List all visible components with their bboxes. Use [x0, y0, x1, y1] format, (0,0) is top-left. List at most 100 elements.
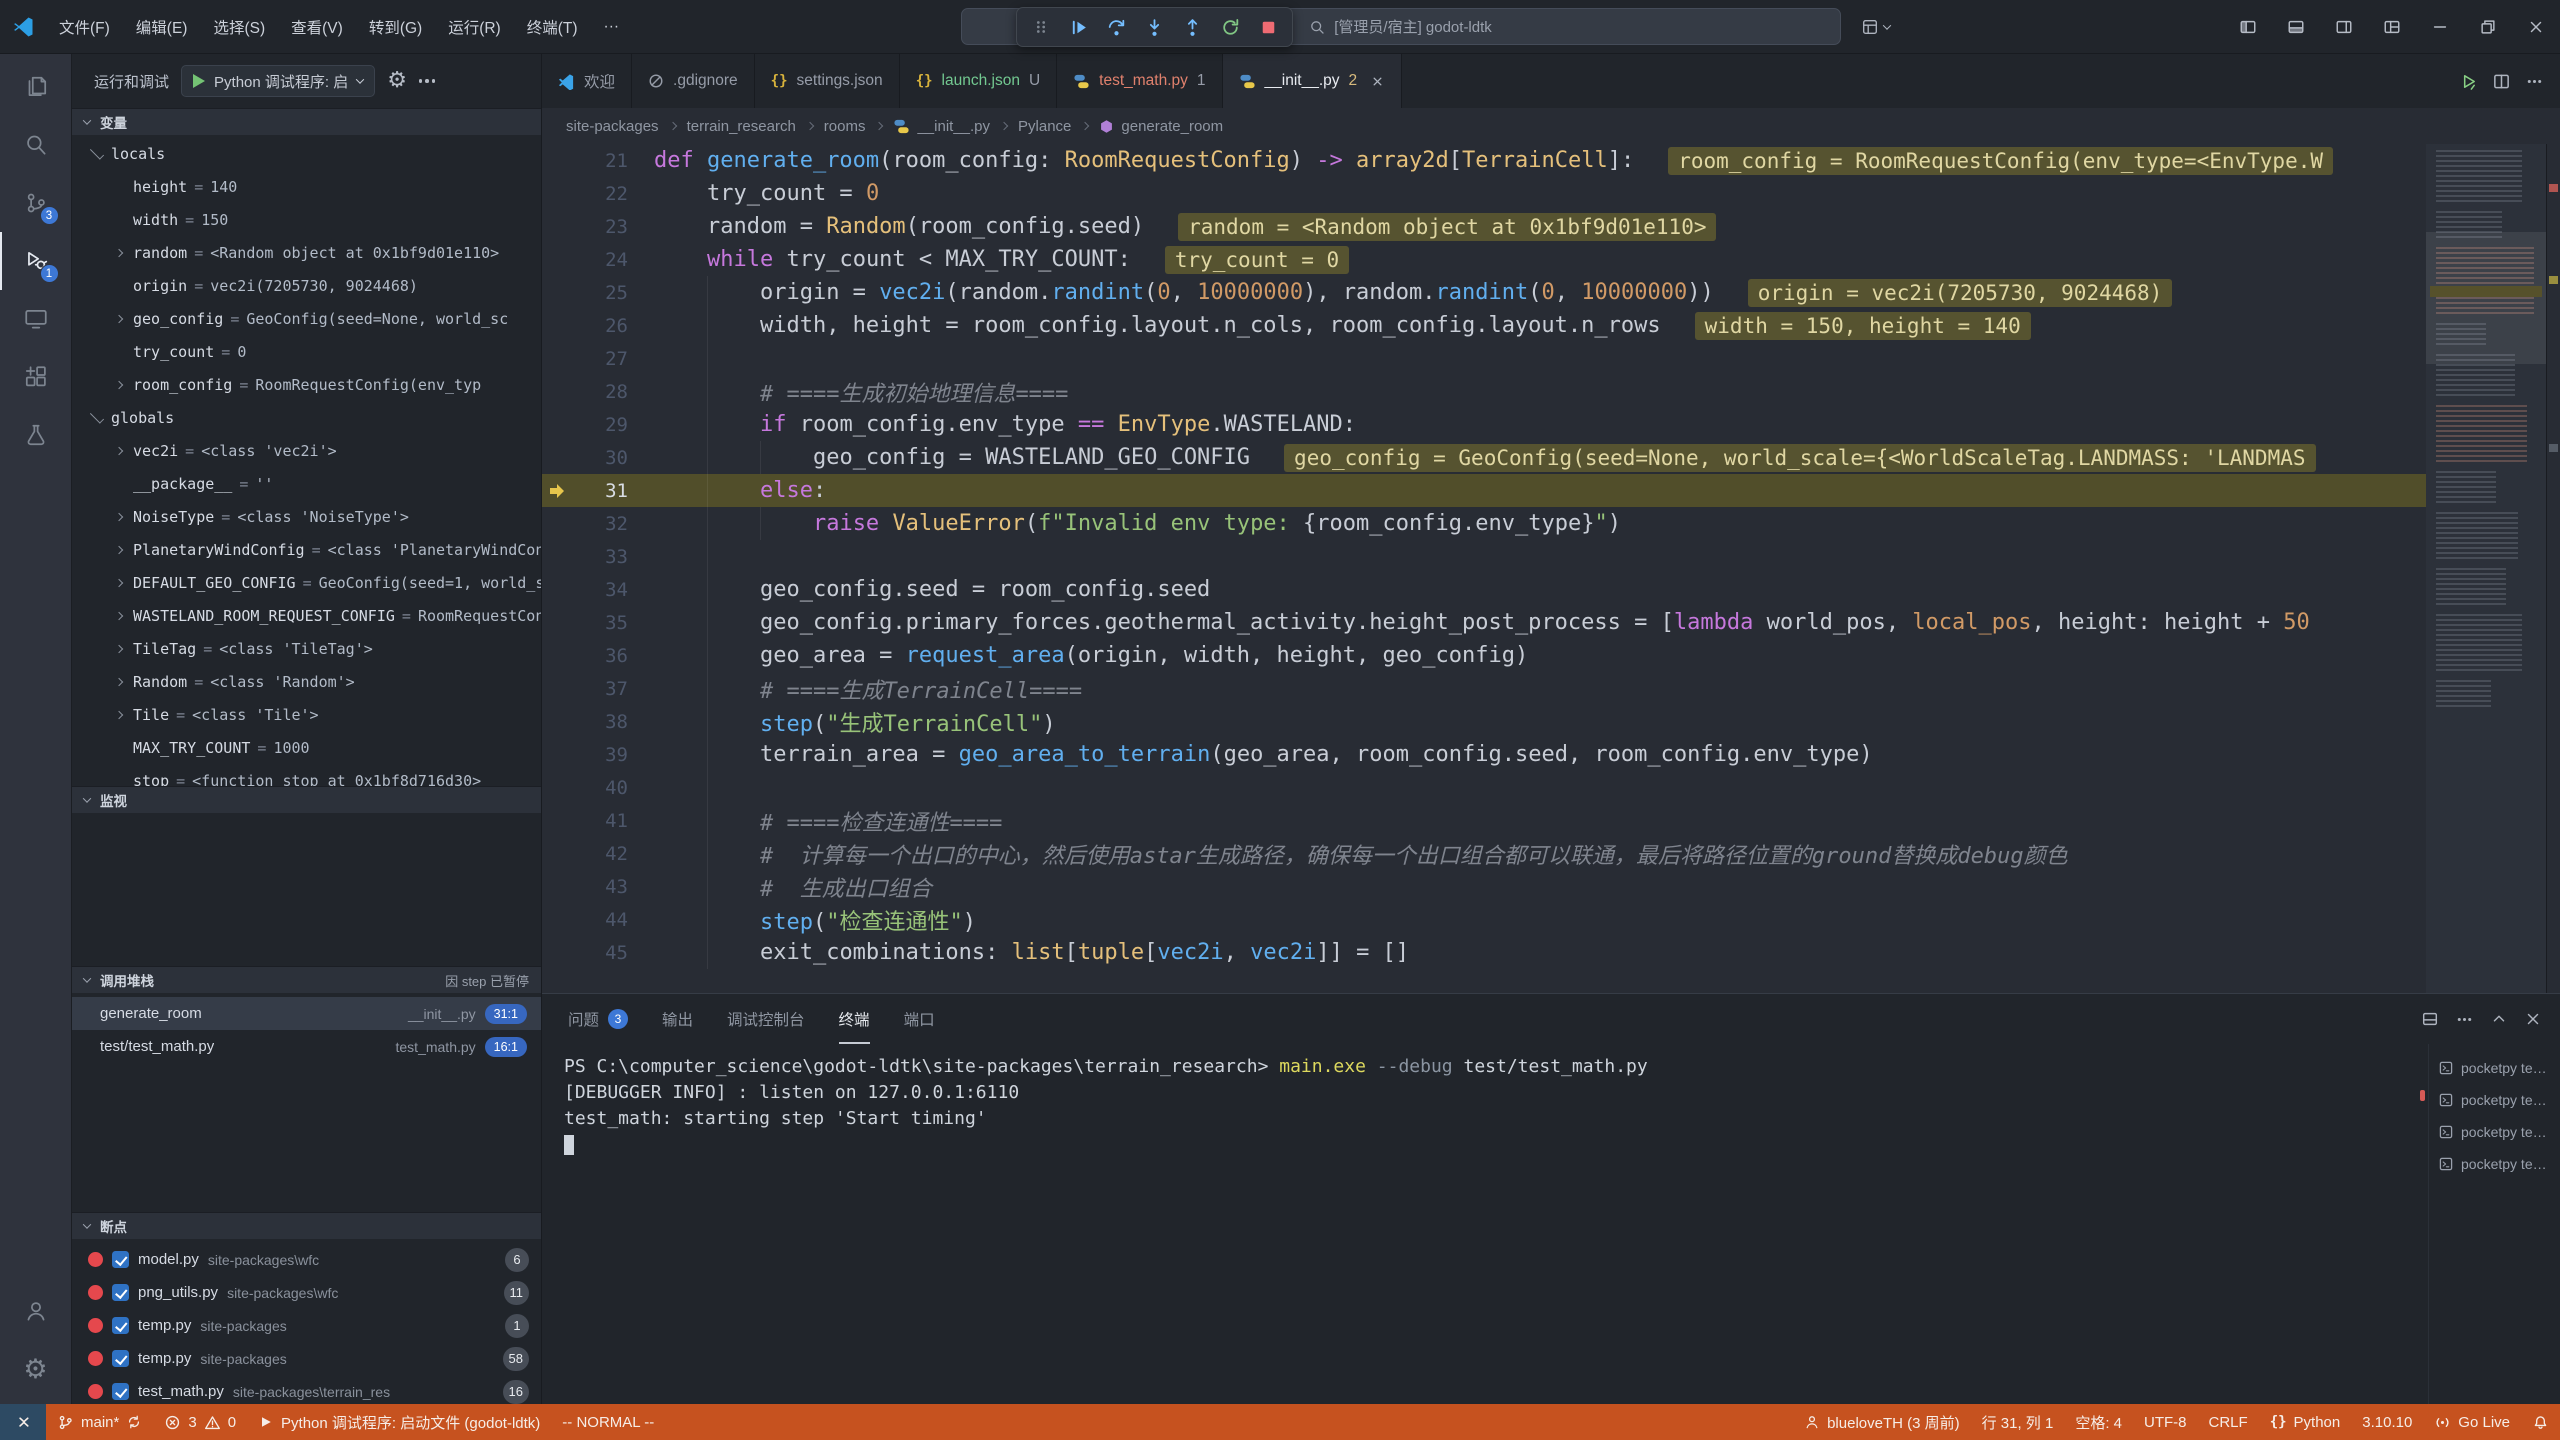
toggle-panel-icon[interactable]: [2272, 0, 2320, 53]
menu-item-2[interactable]: 选择(S): [200, 9, 278, 45]
panel-tab-终端[interactable]: 终端: [839, 994, 870, 1044]
variable-row[interactable]: try_count = 0: [72, 335, 541, 368]
breakpoint-row[interactable]: temp.pysite-packages58: [72, 1342, 541, 1375]
start-debug-icon[interactable]: [193, 74, 205, 88]
minimize-icon[interactable]: [2416, 0, 2464, 53]
callstack-section-header[interactable]: 调用堆栈 因 step 已暂停: [72, 966, 541, 993]
breakpoint-row[interactable]: model.pysite-packages\wfc6: [72, 1243, 541, 1276]
panel-layout-icon[interactable]: [2421, 1010, 2439, 1028]
run-python-file-icon[interactable]: [2459, 72, 2478, 91]
restart-icon[interactable]: [1213, 11, 1248, 43]
tab-launch.json[interactable]: {}launch.jsonU: [900, 54, 1057, 108]
tab-.gdignore[interactable]: .gdignore: [632, 54, 755, 108]
panel-tab-端口[interactable]: 端口: [904, 994, 935, 1044]
breadcrumb-item[interactable]: Pylance: [1018, 118, 1071, 135]
menu-item-1[interactable]: 编辑(E): [123, 9, 201, 45]
step-over-icon[interactable]: [1099, 11, 1134, 43]
variable-scope-globals[interactable]: globals: [72, 401, 541, 434]
variable-row[interactable]: MAX_TRY_COUNT = 1000: [72, 731, 541, 764]
toggle-sidebar-icon[interactable]: [2224, 0, 2272, 53]
close-icon[interactable]: [1370, 74, 1385, 89]
step-into-icon[interactable]: [1137, 11, 1172, 43]
breakpoint-checkbox[interactable]: [112, 1284, 129, 1301]
variable-scope-locals[interactable]: locals: [72, 137, 541, 170]
variable-row[interactable]: vec2i = <class 'vec2i'>: [72, 434, 541, 467]
run-and-debug-icon[interactable]: 1: [0, 232, 72, 290]
breakpoint-row[interactable]: temp.pysite-packages1: [72, 1309, 541, 1342]
more-actions-icon[interactable]: [2455, 1010, 2474, 1029]
terminal-instance[interactable]: pocketpy te…: [2429, 1084, 2560, 1116]
close-icon[interactable]: [2512, 0, 2560, 53]
eol[interactable]: CRLF: [2198, 1404, 2259, 1440]
remote-indicator[interactable]: [0, 1404, 46, 1440]
notifications[interactable]: [2521, 1404, 2560, 1440]
minimap-slider[interactable]: [2426, 232, 2546, 364]
more-actions-icon[interactable]: [2525, 72, 2544, 91]
panel-tab-输出[interactable]: 输出: [662, 994, 693, 1044]
remote-explorer-icon[interactable]: [0, 290, 72, 348]
toggle-secondary-sidebar-icon[interactable]: [2320, 0, 2368, 53]
breakpoint-checkbox[interactable]: [112, 1317, 129, 1334]
variable-row[interactable]: origin = vec2i(7205730, 9024468): [72, 269, 541, 302]
drag-handle-icon[interactable]: [1023, 11, 1058, 43]
continue-icon[interactable]: [1061, 11, 1096, 43]
breadcrumb-item[interactable]: __init__.py: [893, 118, 990, 135]
panel-tab-调试控制台[interactable]: 调试控制台: [727, 994, 805, 1044]
problems[interactable]: 30: [153, 1404, 247, 1440]
step-out-icon[interactable]: [1175, 11, 1210, 43]
variable-row[interactable]: Random = <class 'Random'>: [72, 665, 541, 698]
restore-icon[interactable]: [2464, 0, 2512, 53]
watch-section-header[interactable]: 监视: [72, 786, 541, 813]
account-icon[interactable]: [0, 1282, 72, 1340]
debug-config-picker[interactable]: Python 调试程序: 启: [181, 65, 375, 97]
variable-row[interactable]: PlanetaryWindConfig = <class 'PlanetaryW…: [72, 533, 541, 566]
language-mode[interactable]: {}Python: [2259, 1404, 2352, 1440]
menu-item-4[interactable]: 转到(G): [356, 9, 435, 45]
source-control-icon[interactable]: 3: [0, 174, 72, 232]
tab-__init__.py[interactable]: __init__.py2: [1223, 54, 1403, 108]
indentation[interactable]: 空格: 4: [2064, 1404, 2133, 1440]
menu-item-6[interactable]: 终端(T): [514, 9, 591, 45]
python-version[interactable]: 3.10.10: [2351, 1404, 2423, 1440]
variable-row[interactable]: NoiseType = <class 'NoiseType'>: [72, 500, 541, 533]
remote-window-menu-icon[interactable]: [1855, 12, 1896, 42]
variable-row[interactable]: WASTELAND_ROOM_REQUEST_CONFIG = RoomRequ…: [72, 599, 541, 632]
minimap[interactable]: [2426, 144, 2546, 993]
breakpoints-section-header[interactable]: 断点: [72, 1212, 541, 1239]
variable-row[interactable]: stop = <function stop at 0x1bf8d716d30>: [72, 764, 541, 786]
menu-item-5[interactable]: 运行(R): [435, 9, 514, 45]
breakpoint-row[interactable]: png_utils.pysite-packages\wfc11: [72, 1276, 541, 1309]
menu-item-3[interactable]: 查看(V): [278, 9, 356, 45]
line-blame[interactable]: blueloveTH (3 周前): [1793, 1404, 1971, 1440]
terminal[interactable]: PS C:\computer_science\godot-ldtk\site-p…: [542, 1044, 2418, 1404]
terminal-scrollbar[interactable]: [2418, 1044, 2428, 1404]
variable-row[interactable]: Tile = <class 'Tile'>: [72, 698, 541, 731]
terminal-instance[interactable]: pocketpy te…: [2429, 1148, 2560, 1180]
breakpoint-row[interactable]: test_math.pysite-packages\terrain_res16: [72, 1375, 541, 1404]
variable-row[interactable]: DEFAULT_GEO_CONFIG = GeoConfig(seed=1, w…: [72, 566, 541, 599]
cursor-position[interactable]: 行 31, 列 1: [1971, 1404, 2065, 1440]
variable-row[interactable]: geo_config = GeoConfig(seed=None, world_…: [72, 302, 541, 335]
breadcrumb-item[interactable]: generate_room: [1099, 118, 1223, 135]
variable-row[interactable]: height = 140: [72, 170, 541, 203]
variable-row[interactable]: random = <Random object at 0x1bf9d01e110…: [72, 236, 541, 269]
menu-item-7[interactable]: ···: [591, 11, 633, 43]
variables-section-header[interactable]: 变量: [72, 108, 541, 135]
terminal-instance[interactable]: pocketpy te…: [2429, 1052, 2560, 1084]
variable-row[interactable]: __package__ = '': [72, 467, 541, 500]
split-editor-icon[interactable]: [2492, 72, 2511, 91]
variable-row[interactable]: TileTag = <class 'TileTag'>: [72, 632, 541, 665]
close-panel-icon[interactable]: [2524, 1010, 2542, 1028]
breadcrumb-item[interactable]: site-packages: [566, 118, 659, 135]
terminal-instance[interactable]: pocketpy te…: [2429, 1116, 2560, 1148]
tab-[interactable]: 欢迎: [542, 54, 632, 108]
breakpoint-checkbox[interactable]: [112, 1383, 129, 1400]
git-branch[interactable]: main*: [46, 1404, 153, 1440]
variable-row[interactable]: room_config = RoomRequestConfig(env_typ: [72, 368, 541, 401]
testing-icon[interactable]: [0, 406, 72, 464]
settings-icon[interactable]: ⚙: [0, 1340, 72, 1398]
explorer-icon[interactable]: [0, 58, 72, 116]
debug-settings-gear-icon[interactable]: ⚙: [387, 70, 407, 92]
panel-tab-问题[interactable]: 问题3: [568, 994, 628, 1044]
breakpoint-checkbox[interactable]: [112, 1251, 129, 1268]
